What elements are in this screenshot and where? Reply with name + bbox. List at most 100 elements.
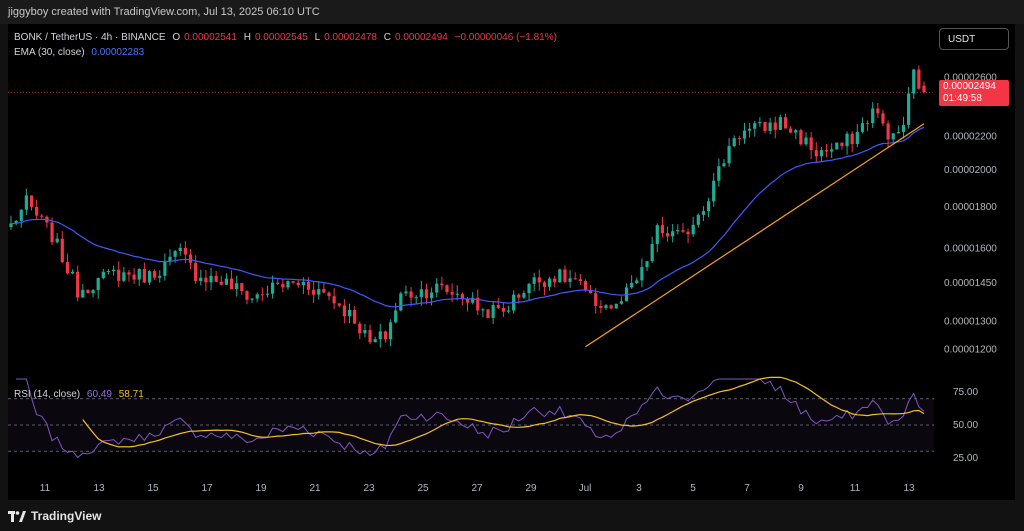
candle-body	[676, 230, 680, 232]
candle-body	[173, 251, 177, 257]
candle	[168, 249, 172, 266]
candle-body	[435, 283, 439, 293]
candle-body	[270, 282, 275, 294]
candle	[527, 282, 531, 301]
candle	[907, 87, 911, 129]
candle	[358, 321, 362, 340]
candle	[240, 282, 244, 295]
candle-body	[81, 289, 85, 298]
candle-body	[594, 293, 598, 306]
time-tick-label: 17	[201, 483, 213, 494]
candle	[737, 135, 741, 146]
candle	[558, 268, 562, 283]
candle-body	[501, 307, 506, 312]
candle-body	[614, 303, 618, 309]
candle-body	[804, 137, 808, 145]
candle-body	[322, 289, 326, 293]
candle	[748, 123, 752, 138]
candle	[178, 243, 182, 256]
candle-body	[419, 289, 423, 298]
candle	[922, 81, 926, 94]
candle-body	[429, 292, 434, 299]
candle	[199, 269, 203, 286]
candle-body	[455, 293, 459, 295]
candle-body	[609, 305, 613, 309]
candle-body	[496, 304, 500, 308]
candle-body	[865, 123, 870, 125]
candle	[819, 146, 824, 162]
candle-body	[255, 294, 259, 299]
currency-selector[interactable]: USDT	[939, 28, 1009, 50]
candle-body	[907, 93, 911, 125]
open-label: O	[172, 32, 181, 43]
time-tick-label: 25	[417, 483, 429, 494]
candle-body	[737, 138, 741, 140]
price-tick-label: 0.00001300	[944, 317, 997, 328]
candle-body	[886, 123, 890, 140]
candle-body	[799, 130, 803, 145]
top-bar: jiggyboy created with TradingView.com, J…	[0, 0, 1024, 24]
candle	[609, 304, 613, 310]
candle-body	[758, 121, 762, 124]
candle-body	[912, 69, 916, 94]
candle	[604, 304, 608, 310]
candle	[122, 267, 126, 283]
candle	[763, 121, 767, 134]
chart-svg[interactable]: 0.000026000.000022000.000020000.00001800…	[8, 24, 1015, 500]
candle	[814, 142, 818, 163]
candle	[753, 120, 757, 137]
tradingview-logo[interactable]: TradingView	[8, 509, 101, 523]
candle	[599, 300, 603, 313]
candle-body	[830, 149, 834, 152]
candle-body	[522, 293, 526, 298]
last-price-tag: 0.00002494 01:49:58	[939, 80, 1009, 106]
ema-label[interactable]: EMA (30, close)	[14, 47, 85, 58]
candle-body	[250, 298, 254, 300]
candle-body	[142, 269, 146, 283]
candle	[706, 197, 711, 218]
candle-body	[86, 289, 90, 294]
candle	[578, 273, 582, 286]
candle	[547, 276, 552, 291]
candle	[96, 277, 100, 299]
last-price-value: 0.00002494	[943, 81, 996, 92]
symbol-label[interactable]: BONK / TetherUS · 4h · BINANCE	[14, 32, 166, 43]
candle-body	[558, 269, 562, 283]
candle-body	[332, 296, 336, 304]
candle	[347, 303, 352, 324]
candle-body	[794, 130, 798, 133]
candle	[317, 280, 321, 300]
candle	[435, 278, 439, 298]
candle-body	[199, 277, 203, 281]
candle-body	[60, 238, 64, 263]
candle-body	[563, 269, 567, 282]
rsi-label[interactable]: RSI (14, close)	[14, 389, 80, 400]
price-tick-label: 0.00001450	[944, 278, 997, 289]
candle-body	[450, 292, 454, 295]
candle	[419, 280, 423, 306]
candle-body	[917, 69, 921, 89]
candle-body	[70, 271, 75, 274]
price-tick-label: 0.00001600	[944, 243, 997, 254]
candle	[727, 138, 731, 167]
candle-body	[486, 309, 490, 318]
rsi-legend: RSI (14, close) 60.49 58.71	[14, 389, 148, 400]
candle	[286, 280, 290, 290]
candle-body	[306, 281, 311, 290]
candle	[553, 275, 557, 288]
candle	[214, 271, 218, 283]
candle-body	[137, 269, 141, 280]
candle-body	[317, 289, 321, 295]
candle-body	[778, 117, 782, 130]
candle	[86, 289, 90, 294]
candle-body	[727, 146, 731, 164]
candle	[506, 305, 511, 314]
candle-body	[40, 215, 44, 217]
rsi-value: 60.49	[86, 389, 112, 400]
candle-body	[178, 247, 182, 252]
candle-body	[378, 331, 382, 340]
candle-body	[850, 133, 854, 145]
candle	[850, 131, 854, 153]
candle	[76, 265, 80, 302]
candle	[163, 253, 167, 281]
